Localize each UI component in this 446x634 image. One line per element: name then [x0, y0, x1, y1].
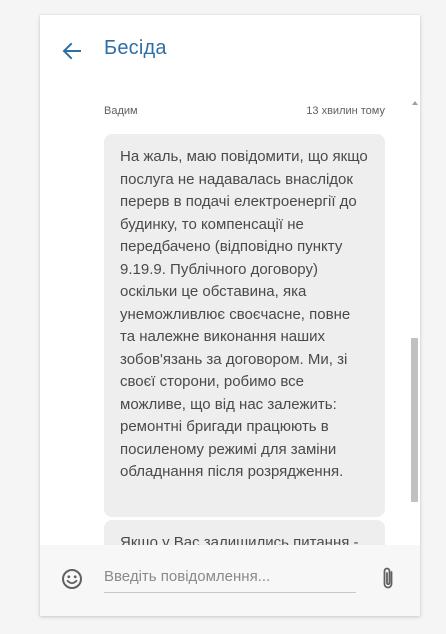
attach-button[interactable] [376, 566, 400, 592]
message-meta: Вадим 13 хвилин тому [104, 105, 385, 119]
message-list[interactable]: Вадим 13 хвилин тому На жаль, маю повідо… [40, 85, 420, 559]
smiley-icon [62, 569, 82, 589]
scroll-up-arrow-icon[interactable] [412, 101, 418, 105]
scrollbar-thumb[interactable] [411, 338, 418, 502]
message-bubble: На жаль, маю повідомити, що якщо послуга… [104, 134, 385, 517]
arrow-left-icon [62, 42, 81, 60]
conversation-title: Бесіда [104, 37, 167, 59]
message-author: Вадим [104, 105, 138, 117]
message-timestamp: 13 хвилин тому [306, 105, 385, 117]
chat-widget: Бесіда Вадим 13 хвилин тому На жаль, маю… [40, 15, 420, 616]
message-composer [40, 545, 420, 616]
emoji-button[interactable] [60, 567, 84, 591]
message-input[interactable] [104, 565, 356, 593]
back-button[interactable] [60, 39, 84, 63]
message-scrollbar[interactable] [409, 85, 420, 559]
paperclip-icon [383, 567, 393, 589]
chat-header: Бесіда [40, 15, 420, 85]
